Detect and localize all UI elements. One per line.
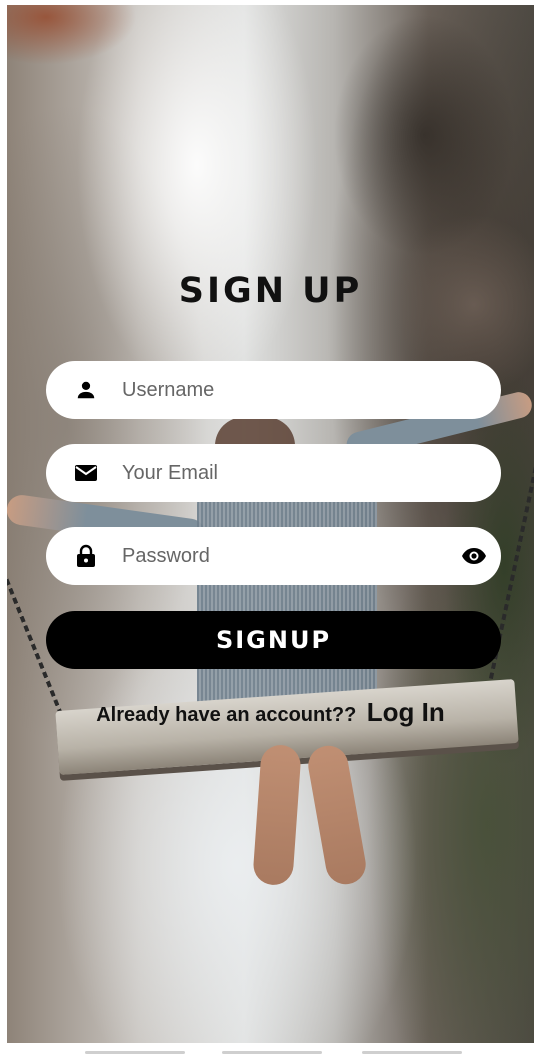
mail-icon xyxy=(74,461,98,485)
password-field[interactable] xyxy=(46,527,501,585)
email-input[interactable] xyxy=(120,460,424,486)
email-field[interactable] xyxy=(46,444,501,502)
password-input[interactable] xyxy=(120,543,424,569)
background-rock xyxy=(7,5,137,65)
nav-indicator xyxy=(362,1051,462,1054)
person-icon xyxy=(74,378,98,402)
eye-icon[interactable] xyxy=(461,544,487,568)
signup-button[interactable]: SIGNUP xyxy=(46,611,501,669)
login-prompt: Already have an account?? Log In xyxy=(7,697,534,728)
username-input[interactable] xyxy=(120,377,424,403)
nav-indicator xyxy=(85,1051,185,1054)
login-question: Already have an account?? xyxy=(96,704,357,726)
username-field[interactable] xyxy=(46,361,501,419)
lock-icon xyxy=(74,544,98,568)
system-nav-bar xyxy=(0,1043,534,1059)
app-screen: SIGN UP SIGNUP Already have an account??… xyxy=(7,5,534,1043)
login-link[interactable]: Log In xyxy=(367,697,445,727)
page-title: SIGN UP xyxy=(178,271,363,311)
nav-indicator xyxy=(222,1051,322,1054)
